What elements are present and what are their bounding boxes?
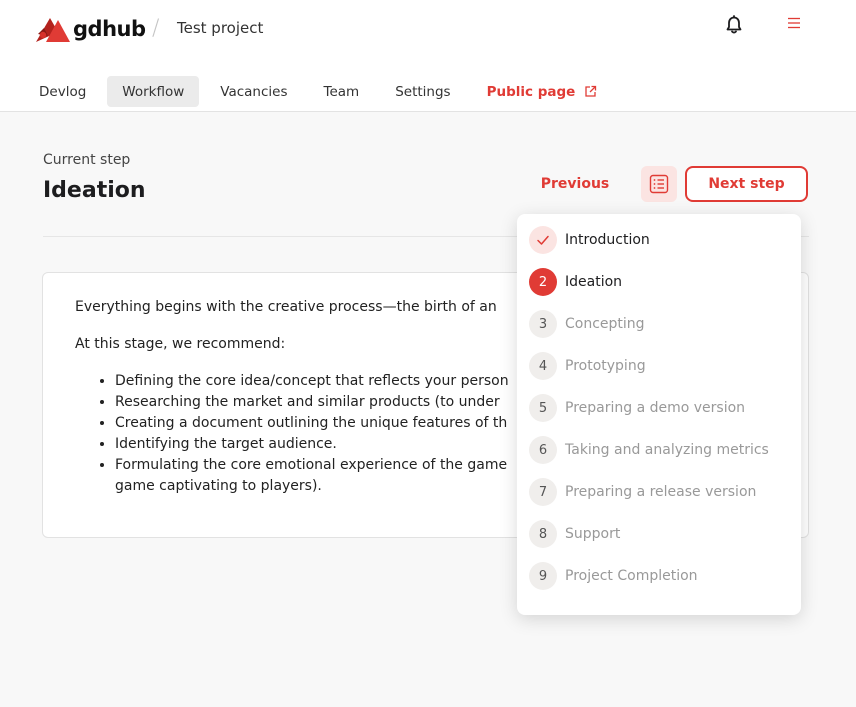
gdhub-logo-icon (36, 18, 70, 42)
step-item-demo-version[interactable]: 5 Preparing a demo version (529, 394, 745, 422)
tab-public-page[interactable]: Public page (472, 76, 613, 107)
step-number: 5 (529, 394, 557, 422)
page-title: Ideation (43, 178, 146, 203)
step-number: 4 (529, 352, 557, 380)
hamburger-menu-icon[interactable] (786, 16, 802, 30)
check-icon (537, 235, 549, 245)
step-item-metrics[interactable]: 6 Taking and analyzing metrics (529, 436, 769, 464)
step-item-project-completion[interactable]: 9 Project Completion (529, 562, 698, 590)
list-icon (649, 174, 669, 194)
next-step-button[interactable]: Next step (685, 166, 808, 202)
step-number: 6 (529, 436, 557, 464)
bell-icon[interactable] (724, 15, 744, 35)
step-label: Support (565, 526, 621, 542)
logo[interactable]: gdhub (36, 14, 146, 44)
step-label: Prototyping (565, 358, 646, 374)
list-item-line: game captivating to players). (115, 478, 322, 494)
tab-public-page-label: Public page (486, 83, 576, 100)
step-item-release-version[interactable]: 7 Preparing a release version (529, 478, 756, 506)
tab-devlog[interactable]: Devlog (24, 76, 101, 107)
steps-list-button[interactable] (641, 166, 677, 202)
step-label: Project Completion (565, 568, 698, 584)
breadcrumb-separator: / (152, 16, 160, 41)
step-item-ideation[interactable]: 2 Ideation (529, 268, 622, 296)
step-number: 9 (529, 562, 557, 590)
step-status-done (529, 226, 557, 254)
logo-text: gdhub (73, 17, 146, 41)
tab-team[interactable]: Team (309, 76, 375, 107)
step-label: Concepting (565, 316, 645, 332)
top-header: gdhub / Test project Devlog Workflow Vac… (0, 0, 856, 112)
previous-button[interactable]: Previous (530, 166, 620, 202)
step-label: Ideation (565, 274, 623, 290)
step-number: 7 (529, 478, 557, 506)
list-item-line: Formulating the core emotional experienc… (115, 457, 508, 473)
step-item-prototyping[interactable]: 4 Prototyping (529, 352, 646, 380)
project-name[interactable]: Test project (177, 19, 263, 37)
tab-vacancies[interactable]: Vacancies (205, 76, 302, 107)
step-number: 8 (529, 520, 557, 548)
step-number: 2 (529, 268, 557, 296)
step-label: Taking and analyzing metrics (565, 442, 769, 458)
current-step-label: Current step (43, 152, 131, 168)
external-link-icon (585, 85, 597, 97)
tab-workflow[interactable]: Workflow (107, 76, 200, 107)
step-label: Preparing a demo version (565, 400, 746, 416)
step-number: 3 (529, 310, 557, 338)
step-item-concepting[interactable]: 3 Concepting (529, 310, 645, 338)
steps-dropdown: Introduction 2 Ideation 3 Concepting 4 P… (517, 214, 801, 615)
tab-settings[interactable]: Settings (380, 76, 465, 107)
step-label: Introduction (565, 232, 650, 248)
nav-tabs: Devlog Workflow Vacancies Team Settings … (24, 76, 618, 107)
step-item-support[interactable]: 8 Support (529, 520, 620, 548)
step-label: Preparing a release version (565, 484, 757, 500)
step-item-introduction[interactable]: Introduction (529, 226, 650, 254)
